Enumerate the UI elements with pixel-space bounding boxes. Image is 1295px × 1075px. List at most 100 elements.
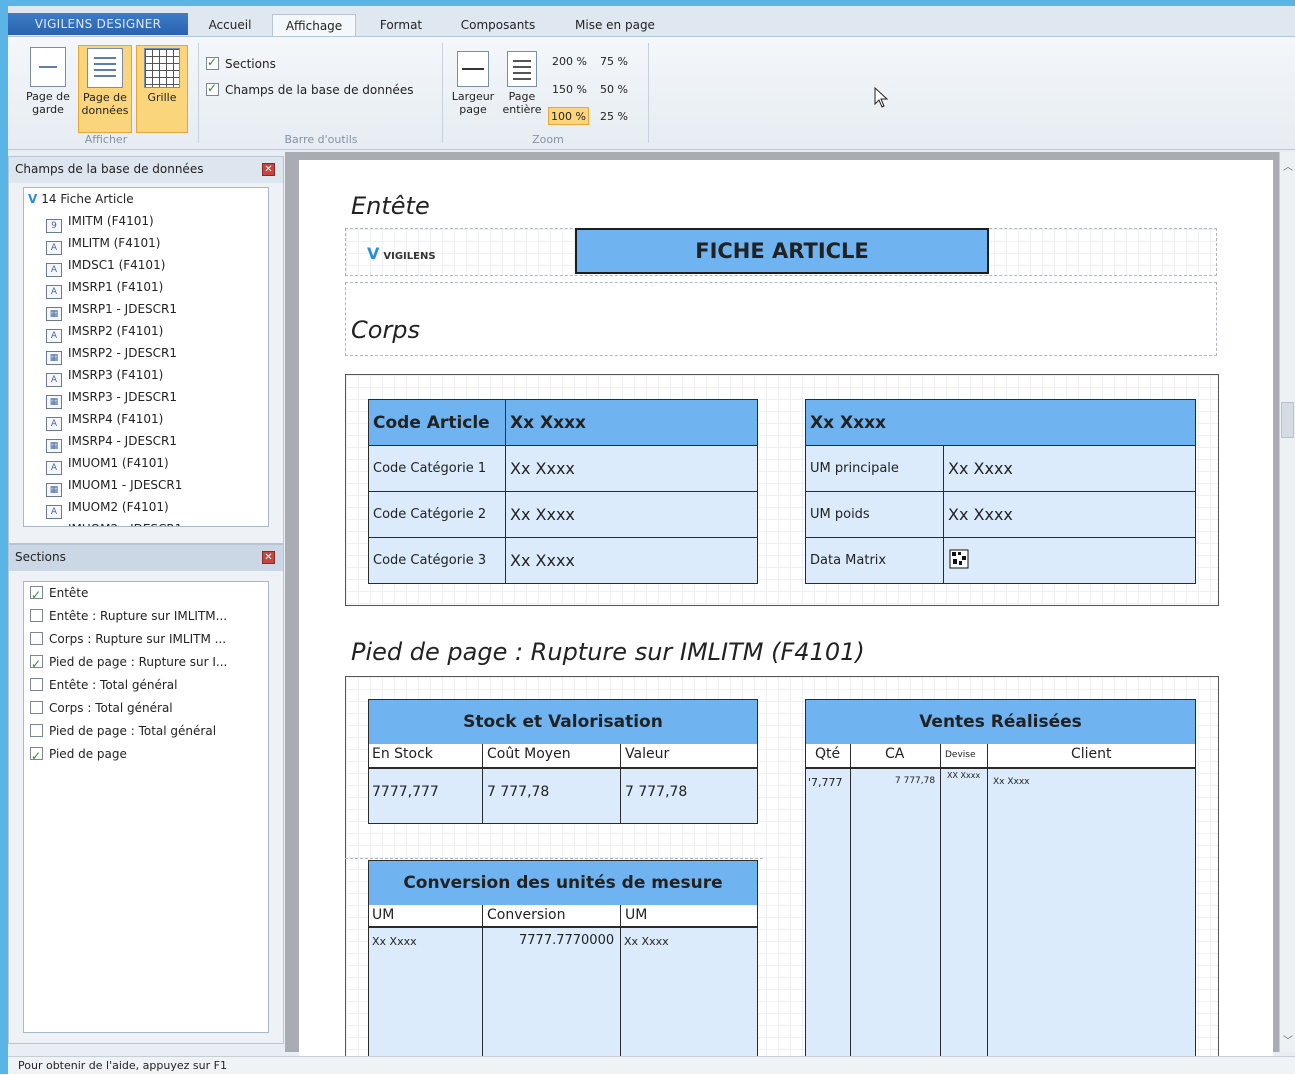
- checkbox-checked-icon[interactable]: [30, 653, 43, 674]
- tree-item[interactable]: ▦ IMSRP1 - JDESCR1: [24, 298, 268, 321]
- cover-page-icon: [30, 47, 66, 87]
- section-toggle-item[interactable]: Entête : Total général: [24, 674, 268, 697]
- close-icon[interactable]: ✕: [262, 551, 275, 564]
- zoom-100-button[interactable]: 100 %: [548, 107, 589, 125]
- sections-checkbox[interactable]: Sections: [206, 55, 276, 71]
- checkbox-checked-icon[interactable]: [30, 584, 43, 605]
- tree-item[interactable]: A IMSRP2 (F4101): [24, 320, 268, 343]
- column-divider: [940, 744, 941, 1060]
- champs-bdd-checkbox[interactable]: Champs de la base de données: [206, 81, 414, 97]
- zoom-25-button[interactable]: 25 %: [598, 108, 630, 126]
- tree-item[interactable]: ▦ IMSRP3 - JDESCR1: [24, 386, 268, 409]
- zoom-200-button[interactable]: 200 %: [550, 53, 589, 71]
- text-field-icon: A: [46, 373, 62, 387]
- ribbon: Page de garde Page de données Grille Aff…: [8, 36, 1295, 150]
- checkbox-unchecked-icon[interactable]: [30, 678, 43, 691]
- tree-item[interactable]: 9 IMITM (F4101): [24, 210, 268, 233]
- table-cell: UM principale: [805, 445, 944, 492]
- tree-item[interactable]: A IMUOM1 (F4101): [24, 452, 268, 475]
- page-de-garde-button[interactable]: Page de garde: [22, 47, 74, 133]
- um-to-value: Xx Xxxx: [624, 935, 669, 948]
- tree-item-label: IMSRP1 - JDESCR1: [68, 302, 178, 316]
- checkbox-checked-icon[interactable]: [30, 745, 43, 766]
- tree-item[interactable]: ▦ IMSRP2 - JDESCR1: [24, 342, 268, 365]
- sections-panel-title: Sections ✕: [9, 545, 283, 571]
- scroll-down-icon[interactable]: ﹀: [1283, 1032, 1293, 1047]
- tree-item[interactable]: ▦ IMSRP4 - JDESCR1: [24, 430, 268, 453]
- tree-item[interactable]: ▦IMUOM2 - JDESCR1: [24, 518, 268, 526]
- column-header: CA: [885, 746, 905, 762]
- db-fields-panel: Champs de la base de données ✕ V 14 Fiche …: [8, 156, 284, 544]
- stock-valorisation-title[interactable]: Stock et Valorisation: [368, 699, 758, 745]
- page-entiere-button[interactable]: Page entière: [500, 51, 544, 133]
- ventes-data-area[interactable]: [805, 768, 1196, 1060]
- champs-bdd-checkbox-label: Champs de la base de données: [225, 83, 414, 97]
- section-toggle-item[interactable]: Corps : Rupture sur IMLITM ...: [24, 628, 268, 651]
- cout-moyen-value: 7 777,78: [487, 784, 550, 800]
- ribbon-separator: [648, 43, 649, 143]
- section-toggle-item[interactable]: Entête: [24, 582, 268, 605]
- tab-composants[interactable]: Composants: [448, 14, 548, 36]
- checkbox-unchecked-icon[interactable]: [30, 632, 43, 645]
- table-cell: Code Catégorie 3: [368, 537, 506, 584]
- section-toggle-item[interactable]: Entête : Rupture sur IMLITM...: [24, 605, 268, 628]
- tree-item[interactable]: A IMUOM2 (F4101): [24, 496, 268, 519]
- tree-item[interactable]: A IMLITM (F4101): [24, 232, 268, 255]
- tab-accueil[interactable]: Accueil: [196, 14, 264, 36]
- table-field-icon: ▦: [46, 307, 62, 321]
- ventes-realisees-title[interactable]: Ventes Réalisées: [805, 699, 1196, 745]
- scrollbar-thumb[interactable]: [1281, 402, 1294, 438]
- section-toggle-item[interactable]: Pied de page : Rupture sur I...: [24, 651, 268, 674]
- ca-value: 7 777,78: [895, 776, 936, 786]
- grille-button[interactable]: Grille: [136, 45, 188, 133]
- vertical-scrollbar[interactable]: ︿ ﹀: [1279, 152, 1295, 1052]
- zoom-150-button[interactable]: 150 %: [550, 81, 589, 99]
- tree-item[interactable]: A IMDSC1 (F4101): [24, 254, 268, 277]
- checkbox-unchecked-icon[interactable]: [30, 701, 43, 714]
- sections-title-text: Sections: [15, 550, 66, 564]
- checkbox-unchecked-icon[interactable]: [30, 609, 43, 622]
- um-info-table[interactable]: Xx Xxxx UM principale Xx Xxxx UM poids Xx …: [805, 399, 1196, 584]
- db-fields-tree[interactable]: V 14 Fiche Article 9 IMITM (F4101) A IMLITM …: [23, 187, 269, 527]
- report-page[interactable]: Entête V VIGILENS FICHE ARTICLE Corps Cod…: [299, 160, 1273, 1060]
- section-toggle-item[interactable]: Corps : Total général: [24, 697, 268, 720]
- tree-root[interactable]: V 14 Fiche Article: [24, 188, 268, 210]
- db-fields-panel-title: Champs de la base de données ✕: [9, 157, 283, 183]
- fiche-article-title[interactable]: FICHE ARTICLE: [575, 228, 989, 274]
- table-cell: Code Catégorie 1: [368, 445, 506, 492]
- zoom-75-button[interactable]: 75 %: [598, 53, 630, 71]
- section-toggle-item[interactable]: Pied de page : Total général: [24, 720, 268, 743]
- tab-format[interactable]: Format: [366, 14, 436, 36]
- section-toggle-item[interactable]: Pied de page: [24, 743, 268, 766]
- tree-item-label: IMUOM2 (F4101): [68, 500, 169, 514]
- text-field-icon: A: [46, 285, 62, 299]
- full-page-icon: [507, 51, 537, 87]
- code-article-value: Xx Xxxx: [505, 399, 758, 446]
- tree-item[interactable]: ▦ IMUOM1 - JDESCR1: [24, 474, 268, 497]
- section-toggle-label: Pied de page : Rupture sur I...: [49, 655, 228, 669]
- tab-mise-en-page[interactable]: Mise en page: [560, 14, 670, 36]
- table-field-icon: ▦: [46, 483, 62, 497]
- tree-item[interactable]: A IMSRP4 (F4101): [24, 408, 268, 431]
- app-menu-button[interactable]: VIGILENS DESIGNER: [8, 13, 188, 35]
- tree-item[interactable]: A IMSRP1 (F4101): [24, 276, 268, 299]
- column-header: Valeur: [625, 746, 670, 762]
- text-field-icon: A: [46, 505, 62, 519]
- table-field-icon: ▦: [46, 395, 62, 409]
- status-bar: Pour obtenir de l'aide, appuyez sur F1: [8, 1056, 1295, 1074]
- tree-item-label: IMSRP4 - JDESCR1: [68, 434, 178, 448]
- largeur-page-button[interactable]: Largeur page: [448, 51, 498, 133]
- checkbox-unchecked-icon[interactable]: [30, 724, 43, 737]
- scroll-up-icon[interactable]: ︿: [1283, 158, 1293, 173]
- section-toggle-label: Corps : Total général: [49, 701, 173, 715]
- conversion-um-title[interactable]: Conversion des unités de mesure: [368, 860, 758, 906]
- page-de-donnees-button[interactable]: Page de données: [78, 45, 132, 133]
- section-toggle-label: Entête: [49, 586, 89, 600]
- tree-item[interactable]: A IMSRP3 (F4101): [24, 364, 268, 387]
- zoom-50-button[interactable]: 50 %: [598, 81, 630, 99]
- close-icon[interactable]: ✕: [262, 163, 275, 176]
- tab-affichage[interactable]: Affichage: [272, 14, 356, 37]
- ribbon-separator: [442, 43, 443, 143]
- table-cell: Code Catégorie 2: [368, 491, 506, 538]
- article-info-table[interactable]: Code Article Xx Xxxx Code Catégorie 1 Xx X…: [368, 399, 758, 584]
